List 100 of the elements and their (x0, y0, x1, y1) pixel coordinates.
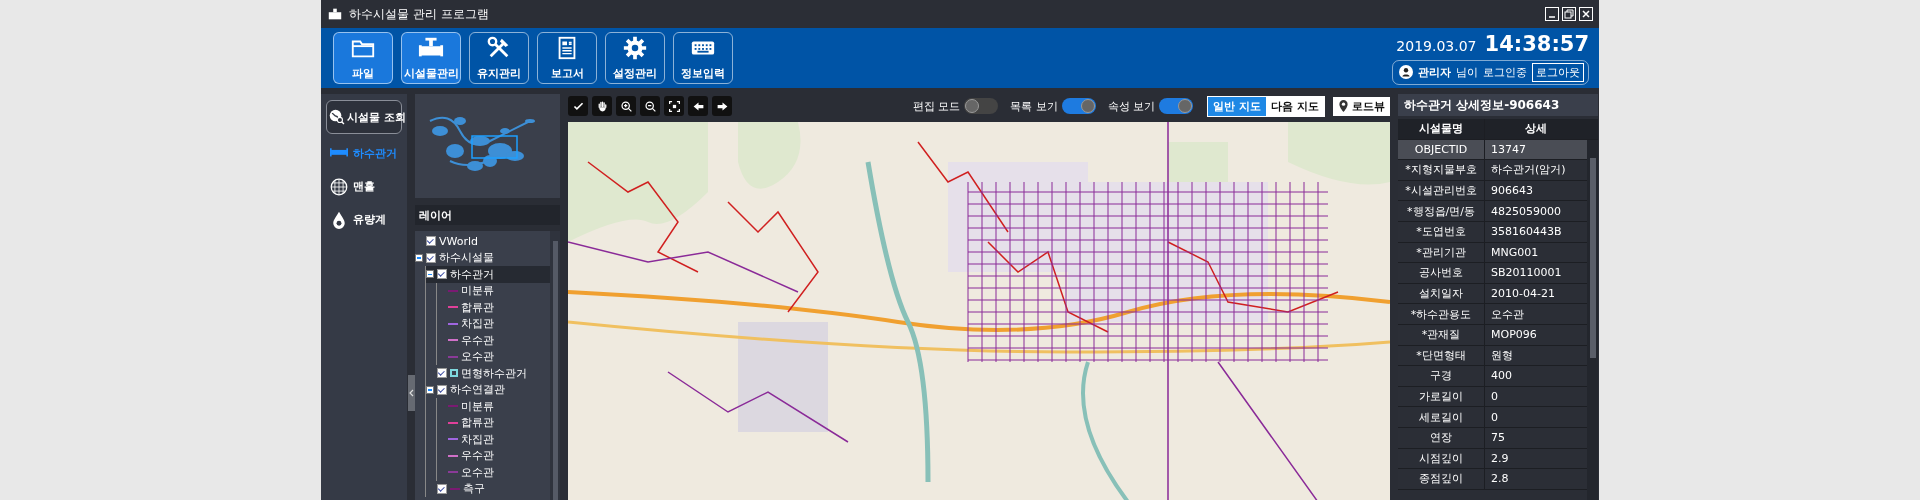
toolbar-button[interactable]: 설정관리 (605, 32, 665, 84)
table-row[interactable]: 세로길이 0 (1398, 407, 1587, 428)
water-drop-icon (330, 210, 348, 229)
table-row[interactable]: *도엽번호 358160443B (1398, 221, 1587, 243)
table-row[interactable]: *행정읍/면/동 4825059000 (1398, 201, 1587, 222)
tree-item[interactable]: 우수관 (437, 447, 550, 464)
table-cell-text: MOP096 (1490, 327, 1538, 344)
table-row[interactable]: 설치일자 2010-04-21 (1398, 283, 1587, 305)
tree-item[interactable]: 면형하수관거 (426, 365, 550, 382)
full-extent-icon (667, 99, 681, 113)
toggle-switch[interactable] (964, 98, 999, 114)
tree-item[interactable]: 하수관거 (426, 266, 550, 283)
tree-item[interactable]: 우수관 (437, 332, 550, 349)
checkbox[interactable] (426, 236, 436, 247)
checkbox[interactable] (437, 384, 447, 395)
toolbar-button[interactable]: 시설물관리 (401, 32, 461, 84)
table-row[interactable]: OBJECTID 13747 (1398, 139, 1587, 161)
table-cell-text: 358160443B (1490, 224, 1563, 241)
map-type-tab[interactable]: 일반 지도 (1208, 96, 1267, 116)
table-cell-text: 2.8 (1490, 471, 1510, 488)
collapse-toggle[interactable] (426, 270, 434, 279)
checkbox[interactable] (437, 269, 447, 280)
tree-item[interactable]: 측구 (426, 480, 550, 497)
toggle-switch[interactable] (1061, 98, 1096, 114)
user-suffix-text: 님이 (1456, 64, 1478, 80)
table-row[interactable]: 시점깊이 2.9 (1398, 448, 1587, 470)
toolbar-button[interactable]: 파일 (333, 32, 393, 84)
map-type-tab[interactable]: 다음 지도 (1266, 96, 1324, 116)
table-row[interactable]: 가로길이 0 (1398, 386, 1587, 408)
tree-item[interactable]: 합류관 (437, 414, 550, 431)
toolbar-button[interactable]: 보고서 (537, 32, 597, 84)
map-tool-button[interactable] (688, 96, 708, 116)
table-cell: 시점깊이 (1398, 448, 1485, 469)
table-row[interactable]: *단면형태 원형 (1398, 345, 1587, 367)
collapse-toggle[interactable] (426, 385, 434, 394)
sidebar-item[interactable]: 맨홀 (326, 173, 402, 200)
table-row[interactable]: 종점깊이 2.8 (1398, 469, 1587, 490)
table-cell-text: 0 (1490, 409, 1499, 426)
date-text: 2019.03.07 (1396, 37, 1477, 54)
table-cell-text: 906643 (1490, 183, 1534, 200)
toolbar-button[interactable]: 유지관리 (469, 32, 529, 84)
table-row[interactable]: 연장 75 (1398, 427, 1587, 449)
table-row[interactable]: *관리기관 MNG001 (1398, 242, 1587, 264)
map-tool-button[interactable] (568, 96, 588, 116)
table-cell-text: 2.9 (1490, 450, 1510, 467)
checkbox[interactable] (437, 368, 447, 379)
window-title: 하수시설물 관리 프로그램 (349, 5, 490, 23)
table-cell: *지형지물부호 (1398, 160, 1485, 180)
table-cell: 종점깊이 (1398, 469, 1485, 489)
table-cell-text: 13747 (1490, 141, 1527, 158)
tree-item[interactable]: 미분류 (437, 398, 550, 415)
table-row[interactable]: *하수관용도 오수관 (1398, 304, 1587, 325)
map-pin-icon (1338, 99, 1349, 113)
close-button[interactable] (1579, 7, 1593, 21)
sidebar-item[interactable]: 유량계 (326, 206, 402, 233)
table-cell: *관재질 (1398, 324, 1485, 345)
tree-item[interactable]: 오수관 (437, 464, 550, 481)
map-tool-button[interactable] (664, 96, 684, 116)
table-cell: *단면형태 (1398, 345, 1485, 366)
table-row[interactable]: 구경 400 (1398, 366, 1587, 387)
restore-button[interactable] (1562, 7, 1576, 21)
splitter-handle[interactable] (407, 375, 415, 411)
column-header: 상세 (1524, 121, 1548, 138)
pipe-icon (327, 6, 343, 22)
checkbox[interactable] (426, 252, 436, 263)
collapse-toggle[interactable] (415, 253, 423, 262)
table-row[interactable]: *관재질 MOP096 (1398, 324, 1587, 346)
zoom-in-icon (619, 99, 633, 113)
table-cell: 공사번호 (1398, 263, 1485, 283)
table-cell: 가로길이 (1398, 386, 1485, 407)
roadview-button[interactable]: 로드뷰 (1333, 96, 1390, 116)
gear-icon (622, 35, 648, 61)
minimize-button[interactable] (1545, 7, 1559, 21)
table-cell-text: 0 (1490, 389, 1499, 405)
map-tool-button[interactable] (592, 96, 612, 116)
table-cell-text: 원형 (1490, 347, 1514, 364)
map-tool-button[interactable] (640, 96, 660, 116)
viewport-rectangle[interactable] (471, 135, 518, 159)
tree-item[interactable]: 오수관 (437, 348, 550, 365)
tree-item[interactable]: 차집관 (437, 315, 550, 332)
tree-item[interactable]: VWorld (415, 233, 550, 250)
table-row[interactable]: *시설관리번호 906643 (1398, 180, 1587, 202)
tree-item[interactable]: 미분류 (437, 282, 550, 299)
layer-panel-title: 레이어 (415, 205, 560, 225)
map-tool-button[interactable] (616, 96, 636, 116)
table-cell: *행정읍/면/동 (1398, 201, 1485, 221)
tree-item[interactable]: 하수연결관 (426, 381, 550, 398)
tree-item[interactable]: 차집관 (437, 431, 550, 448)
logout-button[interactable]: 로그아웃 (1532, 62, 1584, 82)
table-cell: *관리기관 (1398, 242, 1485, 263)
table-row[interactable]: 공사번호 SB20110001 (1398, 263, 1587, 284)
table-cell: *하수관용도 (1398, 304, 1485, 324)
tree-item[interactable]: 합류관 (437, 299, 550, 316)
tree-item[interactable]: 하수시설물 (415, 249, 550, 266)
toolbar-button[interactable]: 정보입력 (673, 32, 733, 84)
toggle-switch[interactable] (1159, 98, 1194, 114)
checkbox[interactable] (437, 483, 447, 494)
map-tool-button[interactable] (712, 96, 732, 116)
table-row[interactable]: *지형지물부호 하수관거(암거) (1398, 160, 1587, 181)
grid-globe-icon (330, 177, 348, 196)
